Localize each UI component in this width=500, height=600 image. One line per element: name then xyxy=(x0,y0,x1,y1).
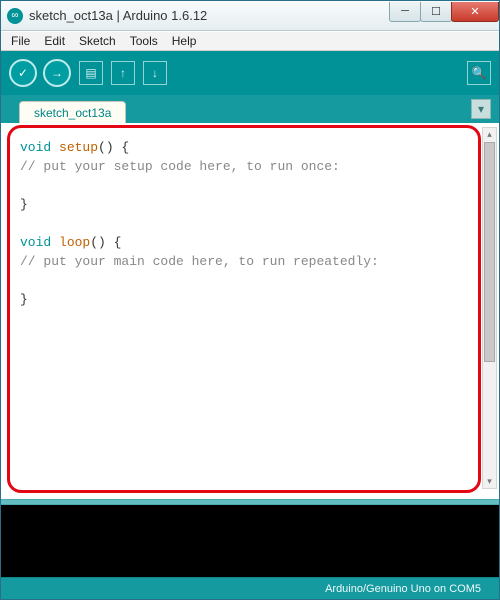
output-console[interactable] xyxy=(1,505,499,577)
code-text: () { xyxy=(90,235,121,250)
window-title: sketch_oct13a | Arduino 1.6.12 xyxy=(29,8,390,23)
scroll-down-icon[interactable]: ▾ xyxy=(483,475,496,488)
code-text xyxy=(20,176,468,195)
code-text xyxy=(20,214,468,233)
window-controls: ─ ☐ ✕ xyxy=(390,2,499,22)
menu-tools[interactable]: Tools xyxy=(124,33,164,49)
code-text: () { xyxy=(98,140,129,155)
maximize-button[interactable]: ☐ xyxy=(420,2,452,22)
minimize-button[interactable]: ─ xyxy=(389,2,421,22)
upload-button[interactable]: → xyxy=(43,59,71,87)
file-icon: ▤ xyxy=(85,66,96,80)
board-port-label: Arduino/Genuino Uno on COM5 xyxy=(325,583,481,595)
tab-menu-button[interactable]: ▾ xyxy=(471,99,491,119)
arduino-logo-icon: ∞ xyxy=(7,8,23,24)
code-text xyxy=(20,271,468,290)
close-button[interactable]: ✕ xyxy=(451,2,499,22)
tab-sketch[interactable]: sketch_oct13a xyxy=(19,101,126,124)
scroll-up-icon[interactable]: ▴ xyxy=(483,128,496,141)
scrollbar-thumb[interactable] xyxy=(484,142,495,362)
chevron-down-icon: ▾ xyxy=(478,102,484,116)
toolbar: ✓ → ▤ ↑ ↓ 🔍 xyxy=(1,51,499,95)
check-icon: ✓ xyxy=(18,66,28,80)
serial-monitor-button[interactable]: 🔍 xyxy=(467,61,491,85)
code-text: } xyxy=(20,195,468,214)
comment: // put your setup code here, to run once… xyxy=(20,157,468,176)
app-window: ∞ sketch_oct13a | Arduino 1.6.12 ─ ☐ ✕ F… xyxy=(0,0,500,600)
status-bar: Arduino/Genuino Uno on COM5 xyxy=(1,577,499,599)
code-text: } xyxy=(20,290,468,309)
menu-sketch[interactable]: Sketch xyxy=(73,33,122,49)
code-editor[interactable]: void setup() { // put your setup code he… xyxy=(7,125,481,493)
new-sketch-button[interactable]: ▤ xyxy=(79,61,103,85)
keyword: void xyxy=(20,140,59,155)
keyword: void xyxy=(20,235,59,250)
arrow-down-icon: ↓ xyxy=(152,66,158,80)
comment: // put your main code here, to run repea… xyxy=(20,252,468,271)
menu-file[interactable]: File xyxy=(5,33,36,49)
arrow-right-icon: → xyxy=(51,66,63,80)
save-sketch-button[interactable]: ↓ xyxy=(143,61,167,85)
menu-help[interactable]: Help xyxy=(166,33,203,49)
titlebar[interactable]: ∞ sketch_oct13a | Arduino 1.6.12 ─ ☐ ✕ xyxy=(1,1,499,31)
vertical-scrollbar[interactable]: ▴ ▾ xyxy=(482,127,497,489)
editor-area: void setup() { // put your setup code he… xyxy=(1,123,499,499)
open-sketch-button[interactable]: ↑ xyxy=(111,61,135,85)
tab-bar: sketch_oct13a ▾ xyxy=(1,95,499,123)
menu-edit[interactable]: Edit xyxy=(38,33,71,49)
function-name: setup xyxy=(59,140,98,155)
menubar: File Edit Sketch Tools Help xyxy=(1,31,499,51)
arrow-up-icon: ↑ xyxy=(120,66,126,80)
magnifier-icon: 🔍 xyxy=(472,66,487,80)
verify-button[interactable]: ✓ xyxy=(9,59,37,87)
function-name: loop xyxy=(59,235,90,250)
